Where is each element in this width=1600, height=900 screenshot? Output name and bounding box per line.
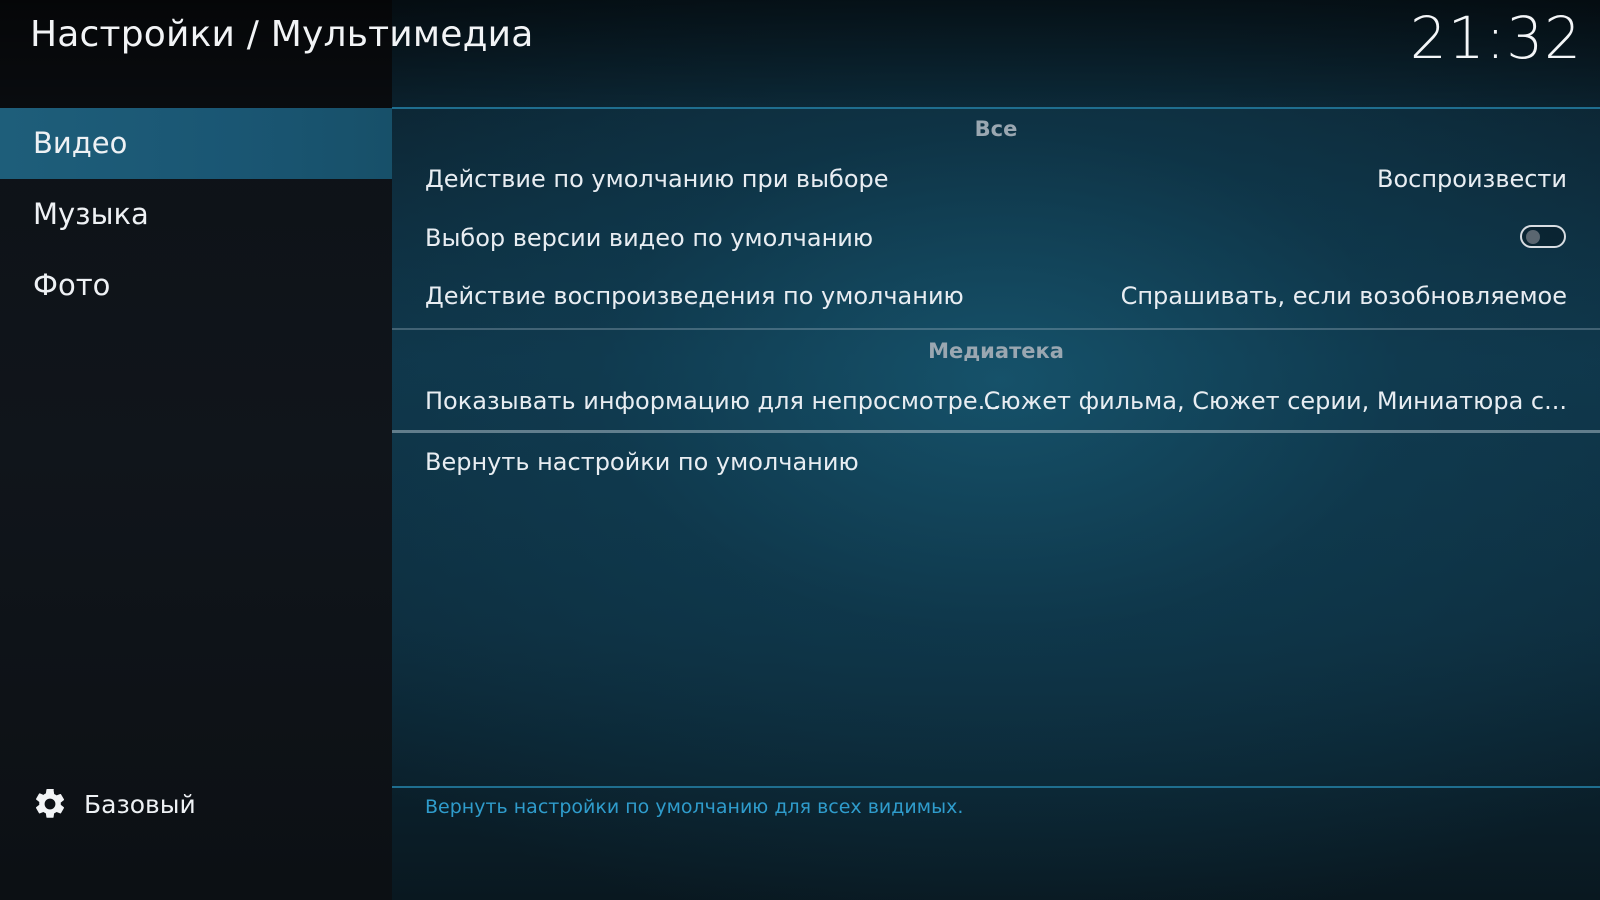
sidebar-item-label: Фото xyxy=(33,268,111,302)
header: Настройки / Мультимедиа 21:32 xyxy=(0,0,1600,108)
divider xyxy=(392,328,1600,330)
sidebar-item-photo[interactable]: Фото xyxy=(0,250,392,321)
settings-screen: Видео Музыка Фото Базовый Настройки / Му… xyxy=(0,0,1600,900)
setting-value: Воспроизвести xyxy=(1377,165,1567,193)
settings-level-label: Базовый xyxy=(84,789,196,819)
setting-label: Показывать информацию для непросмотре... xyxy=(425,387,1001,415)
sidebar-item-video[interactable]: Видео xyxy=(0,108,392,179)
setting-show-unwatched-info[interactable]: Показывать информацию для непросмотре...… xyxy=(392,372,1600,430)
sidebar-item-label: Музыка xyxy=(33,197,149,231)
divider xyxy=(392,786,1600,788)
settings-level-button[interactable]: Базовый xyxy=(32,786,196,822)
sidebar-item-label: Видео xyxy=(33,126,128,160)
gear-icon xyxy=(32,786,68,822)
reset-defaults-label: Вернуть настройки по умолчанию xyxy=(425,448,859,476)
setting-default-play-action[interactable]: Действие воспроизведения по умолчанию Сп… xyxy=(392,267,1600,325)
setting-value: Сюжет фильма, Сюжет серии, Миниатюра с..… xyxy=(983,387,1567,415)
divider xyxy=(392,107,1600,109)
setting-value: Спрашивать, если возобновляемое xyxy=(1120,282,1567,310)
page-title: Настройки / Мультимедиа xyxy=(30,14,534,55)
sidebar: Видео Музыка Фото Базовый xyxy=(0,0,392,900)
settings-panel: Все Действие по умолчанию при выборе Вос… xyxy=(392,107,1600,900)
toggle-knob xyxy=(1526,230,1540,244)
setting-default-video-version[interactable]: Выбор версии видео по умолчанию xyxy=(392,209,1600,267)
setting-default-select-action[interactable]: Действие по умолчанию при выборе Воспрои… xyxy=(392,150,1600,208)
reset-defaults-button[interactable]: Вернуть настройки по умолчанию xyxy=(392,433,1600,491)
setting-label: Выбор версии видео по умолчанию xyxy=(425,224,874,252)
group-header-all: Все xyxy=(974,117,1018,141)
clock: 21:32 xyxy=(1409,4,1582,72)
setting-label: Действие по умолчанию при выборе xyxy=(425,165,889,193)
sidebar-item-music[interactable]: Музыка xyxy=(0,179,392,250)
group-header-library: Медиатека xyxy=(928,339,1064,363)
help-text: Вернуть настройки по умолчанию для всех … xyxy=(425,796,964,818)
toggle-switch[interactable] xyxy=(1520,225,1566,248)
setting-label: Действие воспроизведения по умолчанию xyxy=(425,282,964,310)
sidebar-list: Видео Музыка Фото xyxy=(0,108,392,321)
